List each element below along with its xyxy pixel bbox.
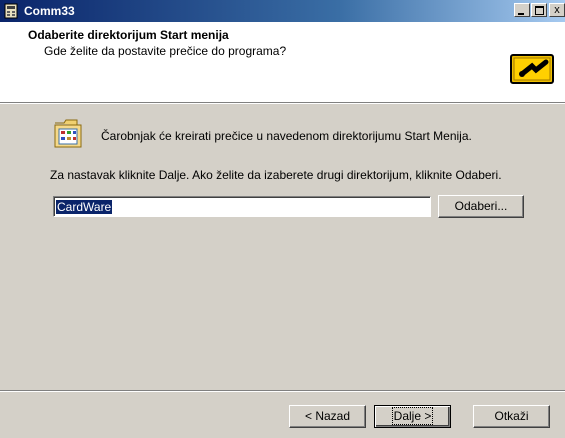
cancel-button[interactable]: Otkaži [473,405,550,428]
next-button-label: Dalje > [391,407,434,425]
window-title: Comm33 [24,4,75,18]
program-folder-icon [54,119,82,148]
minimize-button[interactable] [514,3,530,17]
info-text: Čarobnjak će kreirati prečice u navedeno… [101,129,472,143]
title-bar[interactable]: Comm33 x [0,0,565,22]
cancel-button-label: Otkaži [494,409,529,423]
back-button-label: < Nazad [304,409,351,423]
close-button[interactable]: x [549,3,565,17]
start-menu-folder-input[interactable]: CardWare [53,196,431,217]
browse-button-label: Odaberi... [454,199,508,213]
browse-button[interactable]: Odaberi... [438,195,524,218]
next-button[interactable]: Dalje > [374,405,451,428]
start-menu-folder-value: CardWare [56,200,113,214]
app-icon [4,3,18,19]
page-subtitle: Gde želite da postavite prečice do progr… [44,44,287,58]
maximize-button[interactable] [531,3,547,17]
button-separator [0,390,565,392]
installer-window: Comm33 x Odaberite direktorijum Start me… [0,0,565,438]
back-button[interactable]: < Nazad [289,405,366,428]
page-title: Odaberite direktorijum Start menija [28,28,229,42]
wizard-header: Odaberite direktorijum Start menija Gde … [0,22,565,103]
instruction-text: Za nastavak kliknite Dalje. Ako želite d… [50,168,502,182]
wizard-key-icon [510,54,554,84]
